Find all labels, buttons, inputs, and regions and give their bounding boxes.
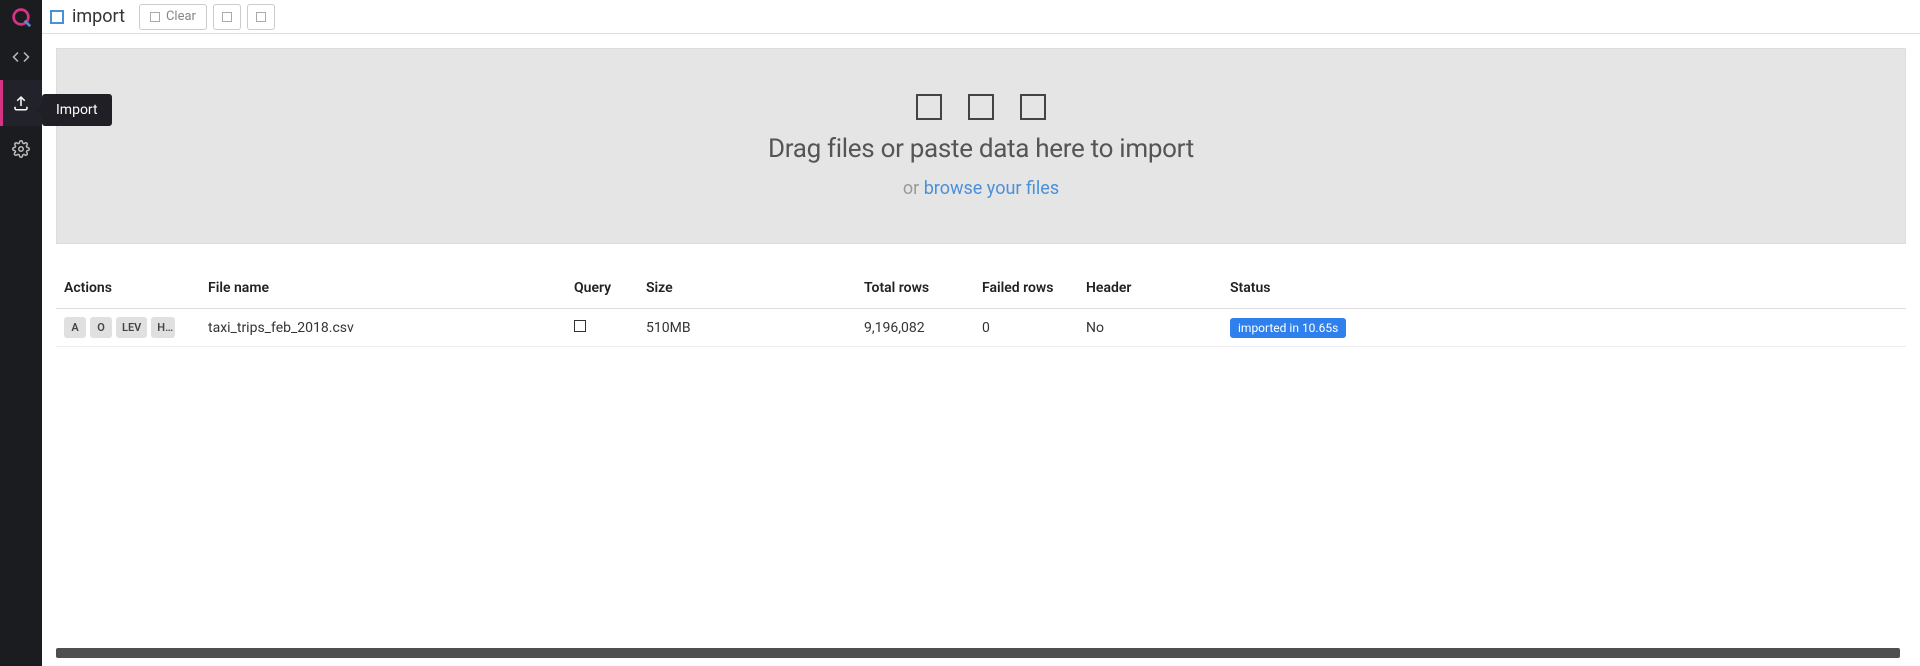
action-chip-h[interactable]: H…	[151, 317, 175, 338]
table-row: A O LEV H… taxi_trips_feb_2018.csv 510MB…	[56, 309, 1906, 347]
main-area: import Clear Drag files or paste data he…	[42, 0, 1920, 666]
dropzone[interactable]: Drag files or paste data here to import …	[56, 48, 1906, 244]
clear-button[interactable]: Clear	[139, 4, 207, 30]
sidebar-item-settings[interactable]	[0, 126, 42, 172]
square-icon	[222, 12, 232, 22]
clear-icon	[150, 12, 160, 22]
col-header-query: Query	[574, 280, 646, 296]
col-header-status: Status	[1230, 280, 1902, 296]
browse-files-link[interactable]: browse your files	[924, 178, 1059, 199]
clear-label: Clear	[166, 9, 196, 24]
cell-status: imported in 10.65s	[1230, 318, 1902, 338]
cell-total-rows: 9,196,082	[864, 320, 982, 336]
cell-failed-rows: 0	[982, 320, 1086, 336]
app-logo-icon[interactable]	[0, 0, 42, 34]
col-header-file: File name	[208, 280, 574, 296]
action-chips: A O LEV H…	[64, 317, 208, 338]
sidebar-tooltip: Import	[42, 94, 112, 126]
file-icon	[916, 94, 942, 120]
col-header-actions: Actions	[60, 280, 208, 296]
dropzone-heading: Drag files or paste data here to import	[768, 134, 1194, 164]
topbar: import Clear	[42, 0, 1920, 34]
toolbar-button-3[interactable]	[247, 4, 275, 30]
sidebar-item-import[interactable]	[0, 80, 42, 126]
action-chip-o[interactable]: O	[90, 317, 112, 338]
cell-header: No	[1086, 320, 1230, 336]
content: Drag files or paste data here to import …	[42, 34, 1920, 666]
col-header-size: Size	[646, 280, 864, 296]
dropzone-sub-prefix: or	[903, 178, 924, 199]
file-icon	[968, 94, 994, 120]
table-header-row: Actions File name Query Size Total rows …	[56, 268, 1906, 309]
import-page-icon	[50, 10, 64, 24]
col-header-header: Header	[1086, 280, 1230, 296]
imports-table: Actions File name Query Size Total rows …	[56, 268, 1906, 347]
cell-file-name: taxi_trips_feb_2018.csv	[208, 320, 574, 336]
cell-size: 510MB	[646, 320, 864, 336]
action-chip-lev[interactable]: LEV	[116, 317, 147, 338]
toolbar-button-2[interactable]	[213, 4, 241, 30]
dropzone-icons	[916, 94, 1046, 120]
topbar-title-group: import	[50, 6, 125, 27]
cell-query[interactable]	[574, 320, 646, 336]
query-icon	[574, 320, 586, 332]
sidebar	[0, 0, 42, 666]
square-icon	[256, 12, 266, 22]
status-badge: imported in 10.65s	[1230, 318, 1346, 338]
action-chip-a[interactable]: A	[64, 317, 86, 338]
dropzone-subtext: or browse your files	[903, 178, 1059, 199]
col-header-failed: Failed rows	[982, 280, 1086, 296]
file-icon	[1020, 94, 1046, 120]
col-header-total: Total rows	[864, 280, 982, 296]
bottom-status-bar	[56, 648, 1900, 658]
page-title: import	[72, 6, 125, 27]
sidebar-item-code[interactable]	[0, 34, 42, 80]
